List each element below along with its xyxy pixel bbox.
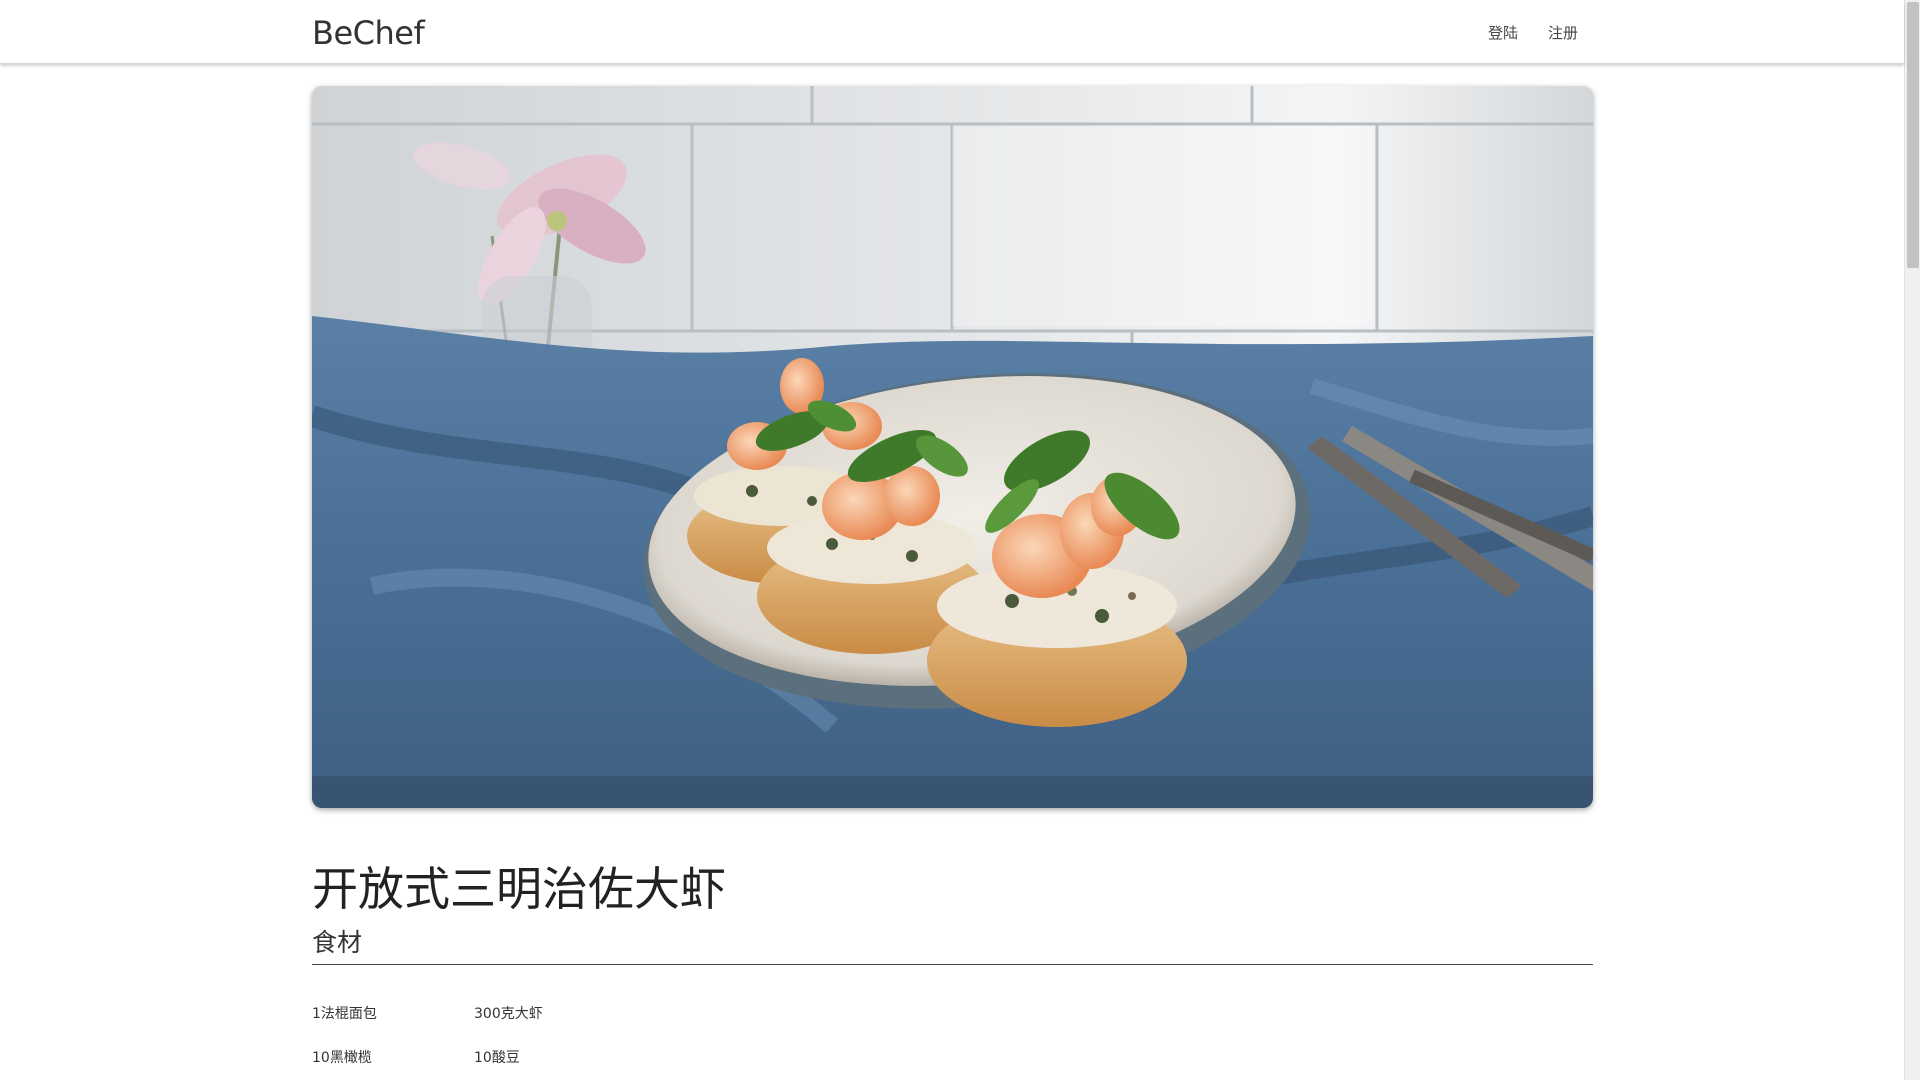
ingredient-item: 10酸豆 [474,1050,520,1066]
nav-links: 登陆 注册 [1488,22,1578,44]
register-link[interactable]: 注册 [1548,22,1578,44]
recipe-hero-image [312,86,1593,808]
login-link[interactable]: 登陆 [1488,22,1518,44]
ingredients-list: 1法棍面包 300克大虾 10黑橄榄 10酸豆 [312,1004,1012,1068]
ingredients-heading: 食材 [312,928,363,957]
brand-logo-link[interactable]: BeChef [312,13,425,53]
vertical-scrollbar[interactable] [1904,0,1920,1080]
recipe-photo-illustration [312,86,1593,808]
scrollbar-thumb[interactable] [1907,2,1919,268]
top-navbar: BeChef 登陆 注册 [0,0,1904,64]
section-divider [312,964,1593,965]
recipe-title: 开放式三明治佐大虾 [312,862,726,916]
ingredient-item: 1法棍面包 [312,1006,377,1022]
ingredient-item: 10黑橄榄 [312,1050,372,1066]
ingredient-item: 300克大虾 [474,1006,543,1022]
